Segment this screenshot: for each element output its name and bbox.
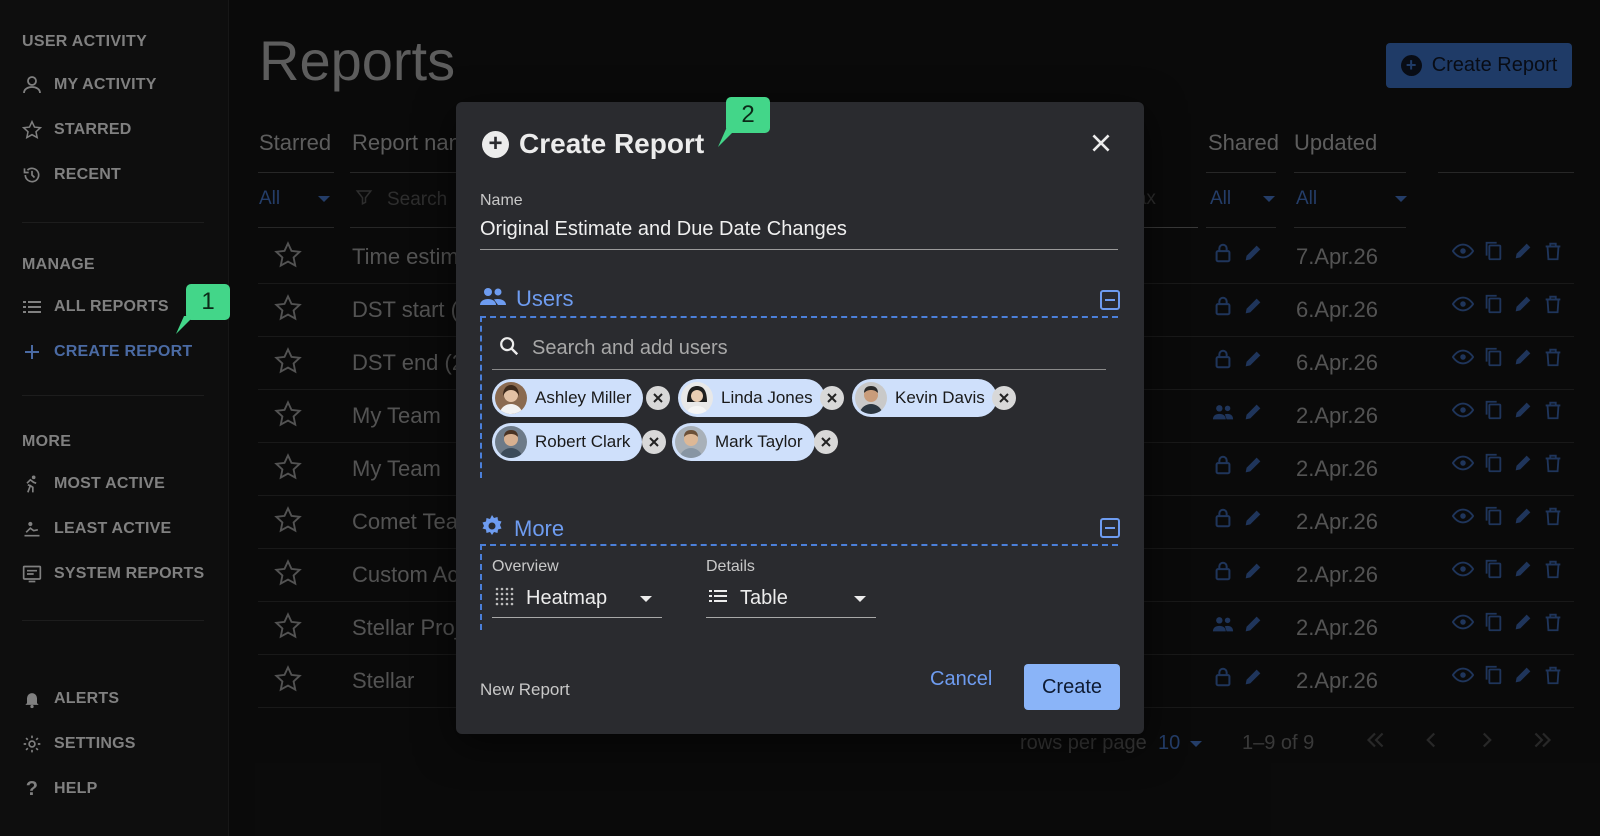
- user-search-input[interactable]: Search and add users: [492, 328, 1106, 370]
- overview-label: Overview: [492, 558, 559, 575]
- section-border: [480, 316, 482, 478]
- avatar: [495, 426, 527, 458]
- section-border: [480, 316, 1118, 318]
- create-button[interactable]: Create: [1024, 664, 1120, 710]
- dropdown-caret-icon: [640, 596, 652, 602]
- details-label: Details: [706, 558, 755, 575]
- overview-select-value: Heatmap: [526, 587, 608, 609]
- avatar: [675, 426, 707, 458]
- avatar: [495, 382, 527, 414]
- users-section-header[interactable]: Users: [480, 286, 573, 312]
- collapse-users-button[interactable]: [1100, 290, 1120, 310]
- add-circle-icon: +: [482, 130, 509, 158]
- user-chip-name: Robert Clark: [535, 432, 631, 451]
- user-chip: Ashley Miller: [492, 379, 644, 417]
- create-report-dialog: + Create Report Name Original Estimate a…: [456, 102, 1144, 734]
- user-chip-name: Mark Taylor: [715, 432, 803, 451]
- remove-user-icon[interactable]: [642, 430, 666, 454]
- dialog-title-text: Create Report: [519, 128, 705, 159]
- user-chip: Kevin Davis: [852, 379, 997, 417]
- user-chip-name: Kevin Davis: [895, 388, 985, 407]
- details-select[interactable]: Table: [706, 580, 876, 618]
- details-select-value: Table: [740, 587, 788, 609]
- user-search-placeholder: Search and add users: [532, 337, 728, 359]
- close-icon[interactable]: [1088, 130, 1114, 156]
- remove-user-icon[interactable]: [814, 430, 838, 454]
- user-chip: Robert Clark: [492, 423, 643, 461]
- name-field[interactable]: Original Estimate and Due Date Changes: [480, 214, 1118, 250]
- collapse-more-button[interactable]: [1100, 518, 1120, 538]
- overview-select[interactable]: Heatmap: [492, 580, 662, 618]
- user-chip: Linda Jones: [678, 379, 825, 417]
- search-icon: [498, 335, 520, 363]
- users-section-title: Users: [516, 286, 574, 311]
- remove-user-icon[interactable]: [646, 386, 670, 410]
- more-section-header[interactable]: More: [480, 514, 564, 544]
- list-icon: [708, 586, 728, 612]
- more-section-title: More: [514, 516, 565, 541]
- gear-icon: [480, 514, 504, 544]
- user-chip: Mark Taylor: [672, 423, 815, 461]
- section-border: [480, 544, 482, 630]
- footer-label: New Report: [480, 680, 570, 699]
- remove-user-icon[interactable]: [820, 386, 844, 410]
- name-label: Name: [480, 192, 523, 209]
- cancel-button[interactable]: Cancel: [930, 668, 992, 691]
- users-group-icon: [480, 286, 506, 312]
- tutorial-marker-pointer: [176, 316, 194, 334]
- tutorial-marker-pointer: [718, 129, 736, 147]
- avatar: [681, 382, 713, 414]
- tutorial-marker-1: 1: [186, 284, 230, 320]
- tutorial-marker-2: 2: [726, 97, 770, 133]
- dropdown-caret-icon: [854, 596, 866, 602]
- section-border: [480, 544, 1118, 546]
- dialog-title: + Create Report: [482, 128, 704, 160]
- avatar: [855, 382, 887, 414]
- remove-user-icon[interactable]: [992, 386, 1016, 410]
- user-chip-name: Linda Jones: [721, 388, 813, 407]
- user-chip-name: Ashley Miller: [535, 388, 632, 407]
- heatmap-icon: [494, 586, 514, 612]
